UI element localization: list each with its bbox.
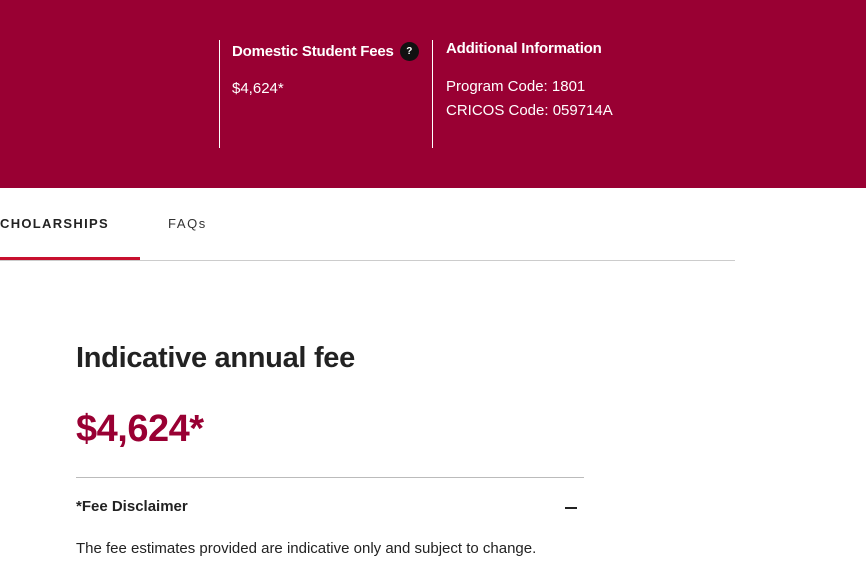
page-title: Indicative annual fee xyxy=(76,342,355,374)
banner-divider xyxy=(219,40,220,148)
cricos-code: CRICOS Code: 059714A xyxy=(446,102,613,119)
additional-info-heading: Additional Information xyxy=(446,40,602,57)
domestic-fees-label: Domestic Student Fees xyxy=(232,43,394,60)
banner-divider xyxy=(432,40,433,148)
domestic-fees-heading: Domestic Student Fees ? xyxy=(232,42,419,61)
minus-icon[interactable] xyxy=(565,507,577,509)
annual-fee-amount: $4,624* xyxy=(76,408,204,450)
disclaimer-divider xyxy=(76,477,584,478)
fee-disclaimer-text: The fee estimates provided are indicativ… xyxy=(76,540,537,557)
question-circle-icon[interactable]: ? xyxy=(399,42,419,61)
section-tabs xyxy=(0,188,735,261)
tab-faqs[interactable]: FAQs xyxy=(168,216,207,231)
program-summary-banner xyxy=(0,0,866,188)
tabs-divider xyxy=(0,260,735,261)
program-code: Program Code: 1801 xyxy=(446,78,586,95)
domestic-fees-value: $4,624* xyxy=(232,80,284,97)
tab-scholarships[interactable]: CHOLARSHIPS xyxy=(0,216,109,231)
fee-disclaimer-toggle[interactable]: *Fee Disclaimer xyxy=(76,498,188,515)
